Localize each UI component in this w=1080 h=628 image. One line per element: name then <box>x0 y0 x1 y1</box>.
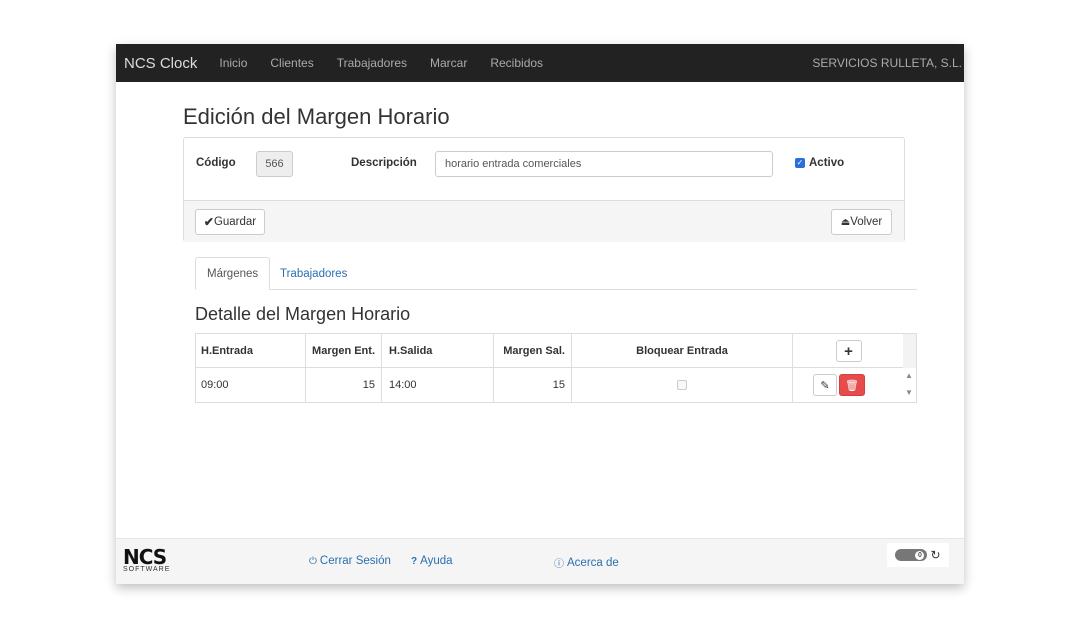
cell-entrada: 09:00 <box>196 368 306 402</box>
info-circle-icon: ⓘ <box>554 559 564 570</box>
col-header-margen-ent[interactable]: Margen Ent. <box>306 334 382 368</box>
nav-link-marcar[interactable]: Marcar <box>430 56 467 70</box>
active-checkbox-group[interactable]: ✓ Activo <box>795 157 844 169</box>
refresh-icon[interactable]: ↻ <box>930 548 940 562</box>
delete-row-button[interactable]: 🗑 <box>839 374 865 396</box>
code-field: 566 <box>256 151 293 177</box>
table-header: H.Entrada Margen Ent. H.Salida Margen Sa… <box>196 334 904 368</box>
cell-margen-sal: 15 <box>494 368 572 402</box>
tab-margenes[interactable]: Márgenes <box>195 257 271 290</box>
cell-salida: 14:00 <box>382 368 494 402</box>
ncs-logo: NCS SOFTWARE <box>123 545 185 574</box>
back-button[interactable]: ⏏ Volver <box>831 209 892 235</box>
nav-link-clientes[interactable]: Clientes <box>270 56 313 70</box>
panel-body: Código 566 Descripción ✓ Activo <box>184 138 904 200</box>
logo-main: NCS <box>123 545 167 569</box>
active-checkbox[interactable]: ✓ <box>795 158 805 168</box>
about-label: Acerca de <box>567 556 619 569</box>
about-link[interactable]: ⓘ Acerca de <box>554 555 619 571</box>
bloquear-checkbox[interactable] <box>677 380 687 390</box>
nav-link-recibidos[interactable]: Recibidos <box>490 56 543 70</box>
detail-table: H.Entrada Margen Ent. H.Salida Margen Sa… <box>195 333 917 403</box>
brand[interactable]: NCS Clock <box>124 55 197 72</box>
panel-footer: ✔ Guardar ⏏ Volver <box>184 200 904 242</box>
cell-margen-ent: 15 <box>306 368 382 402</box>
nav-link-inicio[interactable]: Inicio <box>219 56 247 70</box>
actions-cell: ✎ 🗑 <box>793 368 904 402</box>
cell-bloquear <box>572 368 793 402</box>
logout-label: Cerrar Sesión <box>319 555 391 567</box>
save-button[interactable]: ✔ Guardar <box>195 209 265 235</box>
trash-icon: 🗑 <box>845 379 859 392</box>
power-icon: ⏻ <box>309 555 317 567</box>
help-label: Ayuda <box>420 555 453 567</box>
col-header-bloquear[interactable]: Bloquear Entrada <box>572 334 793 368</box>
navbar: NCS Clock Inicio Clientes Trabajadores M… <box>116 44 964 82</box>
check-icon: ✔ <box>203 215 214 229</box>
table-row[interactable]: 09:00 15 14:00 15 ✎ 🗑 <box>196 368 904 402</box>
col-header-salida[interactable]: H.Salida <box>382 334 494 368</box>
question-circle-icon: ? <box>411 555 418 567</box>
edit-row-button[interactable]: ✎ <box>813 374 837 396</box>
page-title: Edición del Margen Horario <box>183 104 450 129</box>
col-header-margen-sal[interactable]: Margen Sal. <box>494 334 572 368</box>
nav-link-trabajadores[interactable]: Trabajadores <box>337 56 407 70</box>
add-cell: + <box>793 334 904 368</box>
detail-title: Detalle del Margen Horario <box>195 304 411 324</box>
add-row-button[interactable]: + <box>835 340 862 362</box>
logout-link[interactable]: ⏻ Cerrar Sesión <box>309 555 391 567</box>
footer: NCS SOFTWARE ⏻ Cerrar Sesión ? Ayuda ⓘ Acer… <box>116 538 964 584</box>
back-button-label: Volver <box>850 216 883 228</box>
pencil-icon: ✎ <box>820 379 830 392</box>
help-link[interactable]: ? Ayuda <box>411 555 453 567</box>
tab-trabajadores[interactable]: Trabajadores <box>269 257 358 290</box>
code-label: Código <box>196 157 236 169</box>
tab-bar: Márgenes Trabajadores <box>195 257 917 290</box>
save-button-label: Guardar <box>213 216 257 228</box>
scroll-down-icon[interactable]: ▼ <box>905 388 913 397</box>
scrollbar-header-area <box>903 334 916 368</box>
logo-sub: SOFTWARE <box>123 566 171 573</box>
eject-icon: ⏏ <box>840 216 851 228</box>
edit-panel: Código 566 Descripción ✓ Activo ✔Guardar… <box>183 137 905 242</box>
app-window: NCS Clock Inicio Clientes Trabajadores M… <box>116 44 964 584</box>
description-label: Descripción <box>351 157 417 169</box>
table-scrollbar[interactable]: ▲ ▼ <box>903 334 916 402</box>
counter-widget: 0 ↻ <box>887 543 949 567</box>
active-label: Activo <box>809 157 845 169</box>
col-header-entrada[interactable]: H.Entrada <box>196 334 306 368</box>
description-input[interactable] <box>435 151 773 177</box>
counter-value: 0 <box>915 550 925 560</box>
counter-badge[interactable]: 0 <box>895 549 928 561</box>
scroll-up-icon[interactable]: ▲ <box>905 371 913 380</box>
company-name: SERVICIOS RULLETA, S.L. <box>812 56 962 70</box>
